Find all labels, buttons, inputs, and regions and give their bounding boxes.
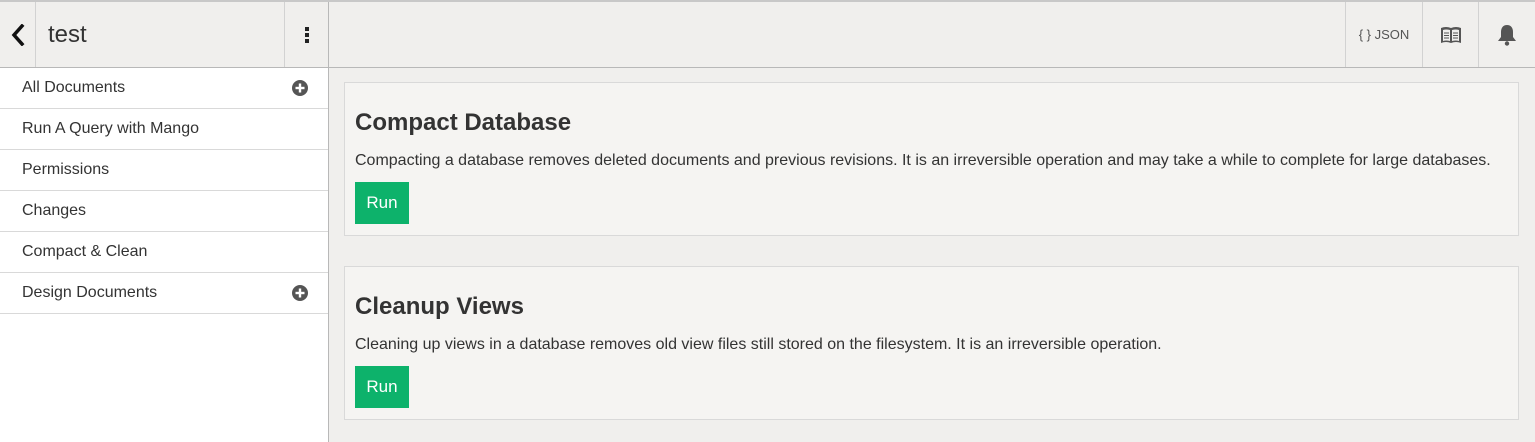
cleanup-views-title: Cleanup Views xyxy=(355,293,524,320)
json-button[interactable]: { } JSON xyxy=(1345,2,1422,67)
book-icon xyxy=(1440,26,1462,44)
database-menu-button[interactable] xyxy=(284,2,328,67)
sidebar-item-label: Changes xyxy=(22,202,87,219)
back-button[interactable] xyxy=(0,2,36,67)
documentation-button[interactable] xyxy=(1422,2,1478,67)
sidebar-item-label: All Documents xyxy=(22,79,126,96)
cleanup-views-description: Cleaning up views in a database removes … xyxy=(355,336,1162,353)
cleanup-run-button[interactable]: Run xyxy=(355,366,409,408)
sidebar-item-permissions[interactable]: Permissions xyxy=(0,150,328,191)
bell-icon xyxy=(1497,24,1517,46)
top-header: test { } JSON xyxy=(0,0,1535,68)
sidebar-item-label: Design Documents xyxy=(22,284,158,301)
database-name: test xyxy=(48,21,87,48)
header-actions: { } JSON xyxy=(1345,2,1535,67)
sidebar-item-label: Compact & Clean xyxy=(22,243,148,260)
plus-circle-icon[interactable] xyxy=(292,80,308,96)
notifications-button[interactable] xyxy=(1478,2,1535,67)
sidebar-item-mango-query[interactable]: Run A Query with Mango xyxy=(0,109,328,150)
chevron-left-icon xyxy=(10,23,26,46)
sidebar: All Documents Run A Query with Mango Per… xyxy=(0,68,329,442)
sidebar-item-changes[interactable]: Changes xyxy=(0,191,328,232)
sidebar-item-all-documents[interactable]: All Documents xyxy=(0,68,328,109)
cleanup-views-panel: Cleanup Views Cleaning up views in a dat… xyxy=(344,266,1519,420)
database-header: test xyxy=(0,2,329,67)
sidebar-item-label: Permissions xyxy=(22,161,110,178)
sidebar-item-design-documents[interactable]: Design Documents xyxy=(0,273,328,314)
compact-database-panel: Compact Database Compacting a database r… xyxy=(344,82,1519,236)
sidebar-item-compact-clean[interactable]: Compact & Clean xyxy=(0,232,328,273)
main-content: Compact Database Compacting a database r… xyxy=(330,68,1535,442)
plus-circle-icon[interactable] xyxy=(292,285,308,301)
compact-database-description: Compacting a database removes deleted do… xyxy=(355,152,1491,169)
kebab-menu-icon xyxy=(304,26,310,43)
compact-run-button[interactable]: Run xyxy=(355,182,409,224)
sidebar-item-label: Run A Query with Mango xyxy=(22,120,199,137)
compact-database-title: Compact Database xyxy=(355,109,572,136)
